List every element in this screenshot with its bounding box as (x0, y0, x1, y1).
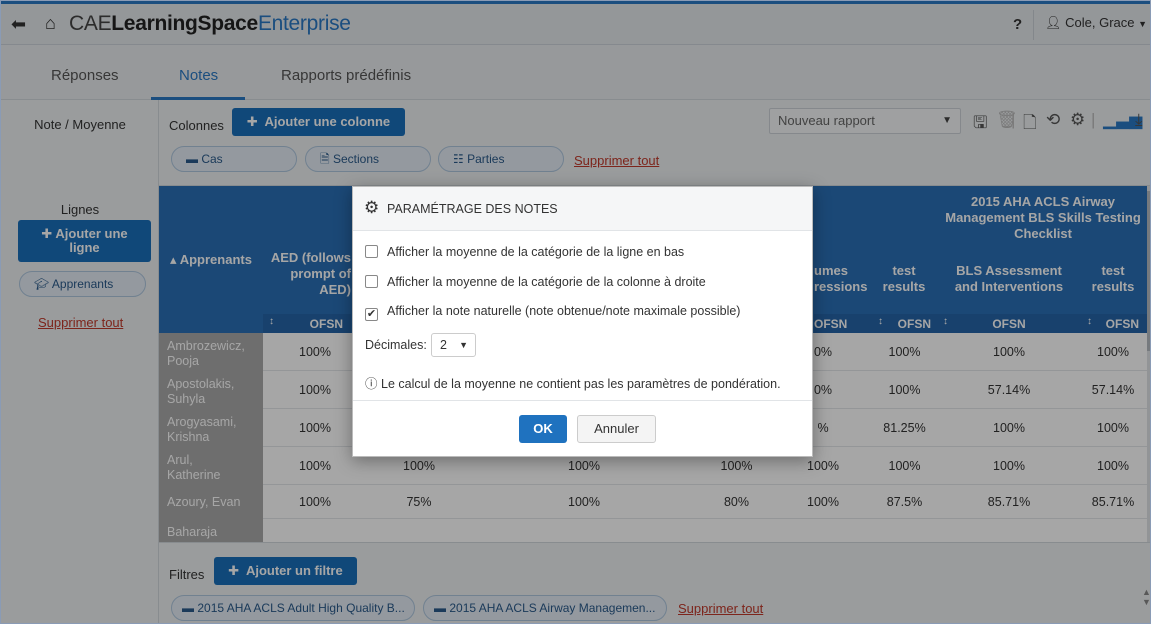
gear-icon: ⚙ (364, 198, 380, 217)
dialog-header: ⚙ PARAMÉTRAGE DES NOTES (353, 187, 812, 231)
info-text: Le calcul de la moyenne ne contient pas … (381, 377, 781, 391)
option-natural-grade[interactable]: ✔ Afficher la note naturelle (note obtenu… (365, 304, 740, 321)
app-window: ⬅ ⌂ CAELearningSpaceEnterprise ? 👤︎ Cole… (0, 0, 1151, 624)
checkbox-column-average[interactable] (365, 275, 378, 288)
decimals-label: Décimales: (365, 338, 427, 352)
option-column-average[interactable]: Afficher la moyenne de la catégorie de l… (365, 275, 706, 289)
option-label: Afficher la moyenne de la catégorie de l… (387, 245, 685, 259)
option-label: Afficher la moyenne de la catégorie de l… (387, 275, 706, 289)
info-note: ⓘ Le calcul de la moyenne ne contient pa… (365, 373, 781, 392)
decimals-select[interactable]: 2 ▼ (431, 333, 476, 357)
ok-button[interactable]: OK (519, 415, 567, 443)
decimals-value: 2 (440, 338, 447, 352)
checkbox-natural-grade[interactable]: ✔ (365, 308, 378, 321)
info-icon: ⓘ (365, 377, 378, 391)
option-row-average[interactable]: Afficher la moyenne de la catégorie de l… (365, 245, 684, 259)
dialog-divider (353, 400, 812, 401)
dialog-title: PARAMÉTRAGE DES NOTES (387, 202, 558, 216)
cancel-button[interactable]: Annuler (577, 415, 656, 443)
grades-settings-dialog: ⚙ PARAMÉTRAGE DES NOTES Afficher la moye… (352, 186, 813, 457)
caret-down-icon: ▼ (459, 340, 468, 350)
checkbox-row-average[interactable] (365, 245, 378, 258)
option-label: Afficher la note naturelle (note obtenue… (387, 304, 741, 318)
